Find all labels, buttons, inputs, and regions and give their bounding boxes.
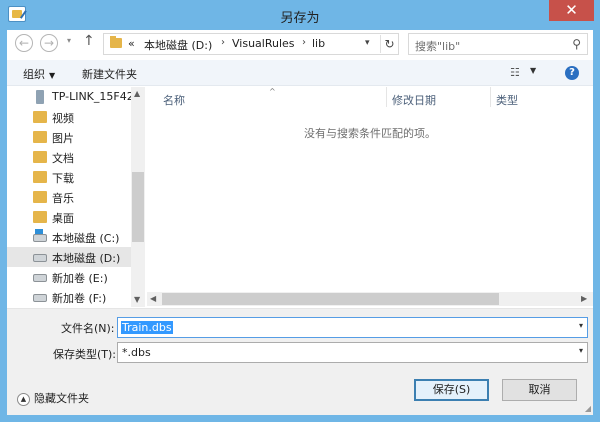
drive-icon xyxy=(33,274,47,282)
navigation-pane: TP-LINK_15F426 视频 图片 文档 下载 音乐 桌面 本地磁盘 (C… xyxy=(7,87,145,307)
sort-indicator-icon: ^ xyxy=(269,87,276,96)
videos-folder-icon xyxy=(33,111,47,123)
column-divider[interactable] xyxy=(490,87,491,107)
filetype-value: *.dbs xyxy=(122,346,151,359)
breadcrumb-visualrules[interactable]: VisualRules xyxy=(232,37,295,50)
pictures-folder-icon xyxy=(33,131,47,143)
drive-icon xyxy=(33,254,47,262)
resize-grip-icon[interactable]: ◢ xyxy=(585,404,591,413)
scrollbar-thumb[interactable] xyxy=(132,172,144,242)
sidebar-item-tp-link[interactable]: TP-LINK_15F426 xyxy=(7,87,141,107)
column-header-date-modified[interactable]: 修改日期 xyxy=(392,92,436,108)
file-list: ^ 名称 修改日期 类型 没有与搜索条件匹配的项。 ◀ ▶ xyxy=(147,87,593,307)
scroll-up-arrow-icon[interactable]: ▲ xyxy=(134,89,140,98)
filetype-label: 保存类型(T): xyxy=(53,348,117,361)
search-input[interactable]: 搜索"lib" xyxy=(415,38,460,54)
search-box[interactable]: 搜索"lib" ⚲ xyxy=(408,33,588,55)
view-dropdown-icon[interactable]: ▼ xyxy=(530,66,536,75)
close-button[interactable]: ✕ xyxy=(549,0,594,21)
refresh-button[interactable]: ↻ xyxy=(380,35,398,53)
filename-input[interactable]: Train.dbs ▾ xyxy=(117,317,588,338)
column-header-type[interactable]: 类型 xyxy=(496,92,518,108)
search-icon[interactable]: ⚲ xyxy=(572,37,581,51)
filetype-select[interactable]: *.dbs ▾ xyxy=(117,342,588,363)
new-folder-button[interactable]: 新建文件夹 xyxy=(82,66,137,82)
recent-locations-dropdown-icon[interactable]: ▾ xyxy=(67,36,71,45)
dialog-body: ← → ▾ ↑ « 本地磁盘 (D:) › VisualRules › lib … xyxy=(7,30,593,415)
sidebar-item-downloads[interactable]: 下载 xyxy=(7,167,131,187)
save-button[interactable]: 保存(S) xyxy=(414,379,489,401)
empty-results-message: 没有与搜索条件匹配的项。 xyxy=(304,127,436,140)
save-options-panel: 文件名(N): Train.dbs ▾ 保存类型(T): *.dbs ▾ ▲ 隐藏… xyxy=(7,308,593,415)
column-divider[interactable] xyxy=(386,87,387,107)
sidebar-item-videos[interactable]: 视频 xyxy=(7,107,131,127)
sidebar-item-drive-e[interactable]: 新加卷 (E:) xyxy=(7,267,131,287)
chevron-down-icon[interactable]: ▾ xyxy=(579,346,583,355)
save-as-dialog: 另存为 ✕ ← → ▾ ↑ « 本地磁盘 (D:) › VisualRules … xyxy=(0,0,600,422)
filename-value: Train.dbs xyxy=(121,321,173,334)
sidebar-item-drive-c[interactable]: 本地磁盘 (C:) xyxy=(7,227,131,247)
documents-folder-icon xyxy=(33,151,47,163)
breadcrumb-separator[interactable]: › xyxy=(302,37,306,48)
breadcrumb-overflow[interactable]: « xyxy=(128,37,135,50)
sidebar-item-music[interactable]: 音乐 xyxy=(7,187,131,207)
organize-menu-button[interactable]: 组织 ▼ xyxy=(23,66,55,82)
hide-folders-toggle[interactable]: ▲ 隐藏文件夹 xyxy=(17,390,89,406)
desktop-folder-icon xyxy=(33,211,47,223)
scroll-left-arrow-icon[interactable]: ◀ xyxy=(150,294,156,303)
address-bar[interactable]: « 本地磁盘 (D:) › VisualRules › lib ▾ ↻ xyxy=(103,33,399,55)
forward-button[interactable]: → xyxy=(40,34,58,52)
column-header-name[interactable]: 名称 xyxy=(163,92,185,108)
breadcrumb-separator[interactable]: › xyxy=(221,37,225,48)
sidebar-item-drive-d[interactable]: 本地磁盘 (D:) xyxy=(7,247,131,267)
scroll-down-arrow-icon[interactable]: ▼ xyxy=(134,295,140,304)
up-folder-button[interactable]: ↑ xyxy=(83,33,95,49)
command-bar: 组织 ▼ 新建文件夹 ☷ ▼ ? xyxy=(7,60,593,86)
network-drive-icon xyxy=(36,90,44,104)
help-icon[interactable]: ? xyxy=(565,66,579,80)
sidebar-item-pictures[interactable]: 图片 xyxy=(7,127,131,147)
chevron-down-icon[interactable]: ▾ xyxy=(579,321,583,330)
title-bar[interactable]: 另存为 ✕ xyxy=(0,0,600,30)
breadcrumb-drive-d[interactable]: 本地磁盘 (D:) xyxy=(144,37,212,53)
scrollbar-thumb[interactable] xyxy=(162,293,499,305)
scroll-right-arrow-icon[interactable]: ▶ xyxy=(581,294,587,303)
downloads-folder-icon xyxy=(33,171,47,183)
collapse-icon: ▲ xyxy=(17,392,30,406)
chevron-down-icon: ▼ xyxy=(49,71,56,80)
navigation-bar: ← → ▾ ↑ « 本地磁盘 (D:) › VisualRules › lib … xyxy=(7,30,593,58)
window-title: 另存为 xyxy=(280,11,320,26)
address-history-dropdown-icon[interactable]: ▾ xyxy=(365,38,370,48)
filename-label: 文件名(N): xyxy=(61,322,115,335)
breadcrumb-lib[interactable]: lib xyxy=(312,37,325,50)
back-button[interactable]: ← xyxy=(15,34,33,52)
drive-icon xyxy=(33,294,47,302)
sidebar-item-documents[interactable]: 文档 xyxy=(7,147,131,167)
system-drive-icon xyxy=(33,229,47,242)
music-folder-icon xyxy=(33,191,47,203)
folder-icon xyxy=(110,36,122,48)
view-options-icon[interactable]: ☷ xyxy=(510,66,524,79)
cancel-button[interactable]: 取消 xyxy=(502,379,577,401)
navigation-pane-scrollbar[interactable]: ▲ ▼ xyxy=(131,87,145,307)
sidebar-item-drive-f[interactable]: 新加卷 (F:) xyxy=(7,287,131,307)
file-list-scrollbar[interactable]: ◀ ▶ xyxy=(147,292,593,306)
sidebar-item-desktop[interactable]: 桌面 xyxy=(7,207,131,227)
